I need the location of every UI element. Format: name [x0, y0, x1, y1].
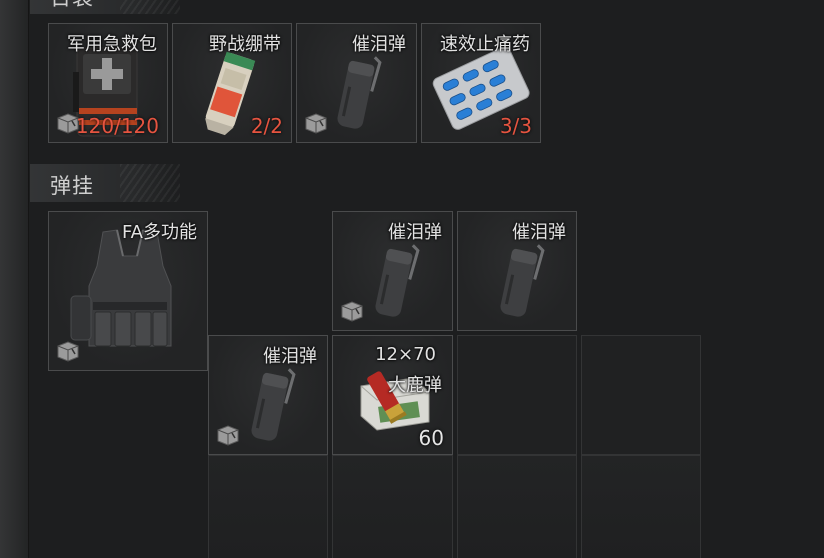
bag-slot-bandage[interactable]: 野战绷带 2/2 — [172, 23, 292, 143]
rig-empty-slot[interactable] — [457, 335, 577, 455]
item-name: 催泪弹 — [352, 34, 406, 55]
item-name-line2: 大鹿弹 — [388, 375, 442, 396]
bag-slot-painkiller[interactable]: 速效止痛药 3/3 — [421, 23, 541, 143]
tactical-vest-icon — [70, 229, 172, 347]
item-name: 速效止痛药 — [440, 34, 530, 55]
item-count: 2/2 — [250, 114, 283, 138]
tear-gas-grenade-icon — [500, 244, 545, 317]
bandage-icon — [205, 51, 256, 136]
rig-slot-tear-gas-grenade[interactable]: 催泪弹 — [332, 211, 453, 331]
rig-slot-shotgun-shells[interactable]: 12×70 大鹿弹 60 — [332, 335, 453, 455]
rig-empty-slot[interactable] — [208, 455, 328, 558]
bag-section-title: 日袋 — [50, 0, 94, 12]
rig-empty-slot[interactable] — [457, 455, 577, 558]
box-icon — [217, 425, 239, 446]
rig-slot-tear-gas-grenade[interactable]: 催泪弹 — [208, 335, 328, 455]
item-name: FA多功能 — [121, 222, 197, 243]
rig-empty-slot[interactable] — [581, 455, 701, 558]
item-name: 军用急救包 — [67, 34, 157, 55]
bag-section-header: 日袋 — [30, 0, 180, 14]
item-name: 催泪弹 — [263, 346, 317, 367]
rig-section-title: 弹挂 — [50, 174, 94, 198]
bag-slot-first-aid-kit[interactable]: 军用急救包 120/120 — [48, 23, 168, 143]
item-count: 60 — [418, 426, 444, 450]
rig-empty-slot[interactable] — [581, 335, 701, 455]
rig-empty-slot[interactable] — [332, 455, 453, 558]
rig-section-header: 弹挂 — [30, 164, 180, 202]
left-scroll-bar — [0, 0, 29, 558]
bag-slot-tear-gas-grenade[interactable]: 催泪弹 — [296, 23, 417, 143]
item-count: 3/3 — [499, 114, 532, 138]
item-name-line1: 12×70 — [375, 344, 436, 365]
item-name: 催泪弹 — [512, 222, 566, 243]
box-icon — [305, 113, 327, 134]
item-name: 催泪弹 — [388, 222, 442, 243]
tear-gas-grenade-icon — [337, 56, 382, 129]
item-count: 120/120 — [75, 114, 159, 138]
tear-gas-grenade-icon — [375, 244, 420, 317]
item-name: 野战绷带 — [209, 34, 281, 55]
box-icon — [57, 341, 79, 362]
tear-gas-grenade-icon — [251, 368, 296, 441]
box-icon — [341, 301, 363, 322]
rig-slot-tear-gas-grenade[interactable]: 催泪弹 — [457, 211, 577, 331]
rig-slot-tactical-vest[interactable]: FA多功能 — [48, 211, 208, 371]
